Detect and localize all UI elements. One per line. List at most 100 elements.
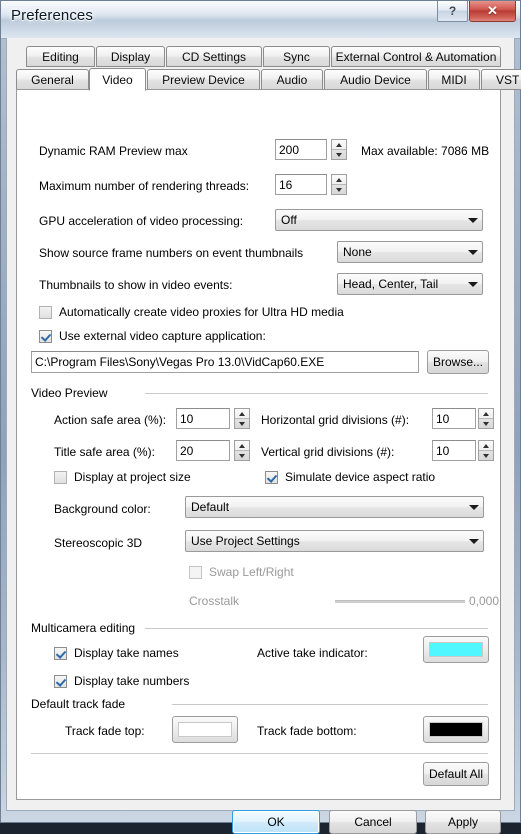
render-threads-input[interactable]: 16 bbox=[275, 174, 327, 195]
chevron-down-icon[interactable] bbox=[464, 281, 482, 287]
display-take-numbers-checkbox[interactable] bbox=[54, 675, 67, 688]
stepper-up-icon[interactable] bbox=[479, 441, 493, 450]
track-fade-bottom-swatch bbox=[429, 722, 483, 737]
max-available-label: Max available: 7086 MB bbox=[361, 144, 490, 158]
stepper-up-icon[interactable] bbox=[235, 409, 249, 418]
track-fade-group-label: Default track fade bbox=[31, 697, 126, 711]
preferences-dialog: Preferences ? ✕ Editing Display CD Setti… bbox=[0, 0, 521, 834]
swap-left-right-checkbox[interactable] bbox=[189, 566, 202, 579]
track-fade-bottom-color-button[interactable] bbox=[423, 716, 489, 743]
stepper-up-icon[interactable] bbox=[332, 175, 346, 184]
simulate-aspect-checkbox[interactable] bbox=[265, 471, 278, 484]
gpu-acceleration-select[interactable]: Off bbox=[275, 209, 483, 231]
capture-path-input[interactable]: C:\Program Files\Sony\Vegas Pro 13.0\Vid… bbox=[31, 351, 419, 373]
auto-proxy-label: Automatically create video proxies for U… bbox=[59, 305, 344, 319]
cancel-button[interactable]: Cancel bbox=[329, 810, 417, 834]
tab-audio[interactable]: Audio bbox=[261, 69, 323, 90]
dialog-client-area: Editing Display CD Settings Sync Externa… bbox=[6, 38, 521, 834]
stepper-down-icon[interactable] bbox=[235, 451, 249, 460]
thumbnails-value: Head, Center, Tail bbox=[343, 277, 439, 291]
chevron-down-icon[interactable] bbox=[465, 504, 483, 510]
hgrid-label: Horizontal grid divisions (#): bbox=[261, 413, 410, 427]
hgrid-input[interactable]: 10 bbox=[432, 408, 476, 429]
default-all-button[interactable]: Default All bbox=[423, 762, 489, 786]
tab-vst-effects[interactable]: VST Effects bbox=[481, 69, 521, 90]
stepper-up-icon[interactable] bbox=[332, 140, 346, 149]
auto-proxy-checkbox[interactable] bbox=[39, 306, 52, 319]
active-take-color-swatch bbox=[429, 642, 483, 657]
chevron-down-icon[interactable] bbox=[464, 217, 482, 223]
display-take-numbers-label: Display take numbers bbox=[74, 674, 190, 688]
tab-preview-device[interactable]: Preview Device bbox=[147, 69, 260, 90]
stereoscopic-select[interactable]: Use Project Settings bbox=[185, 530, 484, 552]
active-take-color-button[interactable] bbox=[423, 636, 489, 663]
stepper-down-icon[interactable] bbox=[332, 150, 346, 159]
tab-row-2: General Video Preview Device Audio Audio… bbox=[16, 68, 521, 91]
hgrid-stepper[interactable] bbox=[478, 408, 494, 429]
external-capture-checkbox[interactable] bbox=[39, 330, 52, 343]
crosstalk-slider[interactable] bbox=[335, 600, 465, 603]
title-safe-label: Title safe area (%): bbox=[54, 445, 155, 459]
background-color-select[interactable]: Default bbox=[185, 496, 484, 518]
tab-video[interactable]: Video bbox=[89, 68, 146, 91]
dynamic-ram-label: Dynamic RAM Preview max bbox=[39, 144, 188, 158]
stepper-down-icon[interactable] bbox=[332, 185, 346, 194]
tab-audio-device[interactable]: Audio Device bbox=[324, 69, 427, 90]
tab-editing[interactable]: Editing bbox=[26, 46, 95, 67]
thumbnails-select[interactable]: Head, Center, Tail bbox=[337, 273, 483, 295]
stepper-down-icon[interactable] bbox=[479, 451, 493, 460]
action-safe-input[interactable]: 10 bbox=[176, 408, 230, 429]
vgrid-input[interactable]: 10 bbox=[432, 440, 476, 461]
apply-button[interactable]: Apply bbox=[425, 810, 501, 834]
track-fade-top-label: Track fade top: bbox=[65, 724, 145, 738]
stepper-down-icon[interactable] bbox=[235, 419, 249, 428]
tab-cd-settings[interactable]: CD Settings bbox=[166, 46, 262, 67]
crosstalk-value: 0,000 bbox=[469, 594, 500, 608]
tab-display[interactable]: Display bbox=[96, 46, 165, 67]
render-threads-stepper[interactable] bbox=[331, 174, 347, 195]
source-frame-numbers-label: Show source frame numbers on event thumb… bbox=[39, 246, 304, 260]
chevron-down-icon[interactable] bbox=[465, 538, 483, 544]
tab-strip: Editing Display CD Settings Sync Externa… bbox=[16, 46, 521, 91]
stereoscopic-value: Use Project Settings bbox=[191, 534, 300, 548]
stereoscopic-label: Stereoscopic 3D bbox=[54, 536, 143, 550]
active-take-indicator-label: Active take indicator: bbox=[257, 646, 368, 660]
track-fade-top-color-button[interactable] bbox=[172, 716, 238, 743]
chevron-down-icon[interactable] bbox=[464, 249, 482, 255]
display-take-names-checkbox[interactable] bbox=[54, 647, 67, 660]
stepper-down-icon[interactable] bbox=[479, 419, 493, 428]
background-color-value: Default bbox=[191, 500, 230, 514]
tab-external-control[interactable]: External Control & Automation bbox=[331, 46, 501, 67]
action-safe-label: Action safe area (%): bbox=[54, 413, 167, 427]
bottom-separator bbox=[31, 753, 488, 754]
help-icon[interactable]: ? bbox=[437, 1, 468, 22]
browse-button[interactable]: Browse... bbox=[427, 350, 489, 374]
display-project-size-label: Display at project size bbox=[74, 470, 191, 484]
dynamic-ram-input[interactable]: 200 bbox=[275, 139, 327, 160]
background-color-label: Background color: bbox=[54, 502, 151, 516]
display-project-size-checkbox[interactable] bbox=[54, 471, 67, 484]
tab-general[interactable]: General bbox=[16, 69, 89, 90]
vgrid-stepper[interactable] bbox=[478, 440, 494, 461]
gpu-acceleration-label: GPU acceleration of video processing: bbox=[39, 214, 244, 228]
title-safe-stepper[interactable] bbox=[234, 440, 250, 461]
swap-left-right-label: Swap Left/Right bbox=[209, 565, 294, 579]
track-fade-top-swatch bbox=[178, 722, 232, 737]
simulate-aspect-label: Simulate device aspect ratio bbox=[285, 470, 436, 484]
stepper-up-icon[interactable] bbox=[235, 441, 249, 450]
tab-sync[interactable]: Sync bbox=[263, 46, 330, 67]
tab-row-1: Editing Display CD Settings Sync Externa… bbox=[16, 46, 501, 68]
close-icon[interactable]: ✕ bbox=[469, 1, 516, 22]
track-fade-separator bbox=[172, 704, 488, 705]
tab-midi[interactable]: MIDI bbox=[428, 69, 480, 90]
gpu-acceleration-value: Off bbox=[281, 213, 297, 227]
stepper-up-icon[interactable] bbox=[479, 409, 493, 418]
title-safe-input[interactable]: 20 bbox=[176, 440, 230, 461]
ok-button[interactable]: OK bbox=[232, 810, 320, 834]
dynamic-ram-stepper[interactable] bbox=[331, 139, 347, 160]
crosstalk-label: Crosstalk bbox=[189, 594, 240, 608]
source-frame-numbers-select[interactable]: None bbox=[337, 241, 483, 263]
multicam-separator bbox=[145, 628, 488, 629]
video-preview-separator bbox=[145, 393, 488, 394]
action-safe-stepper[interactable] bbox=[234, 408, 250, 429]
